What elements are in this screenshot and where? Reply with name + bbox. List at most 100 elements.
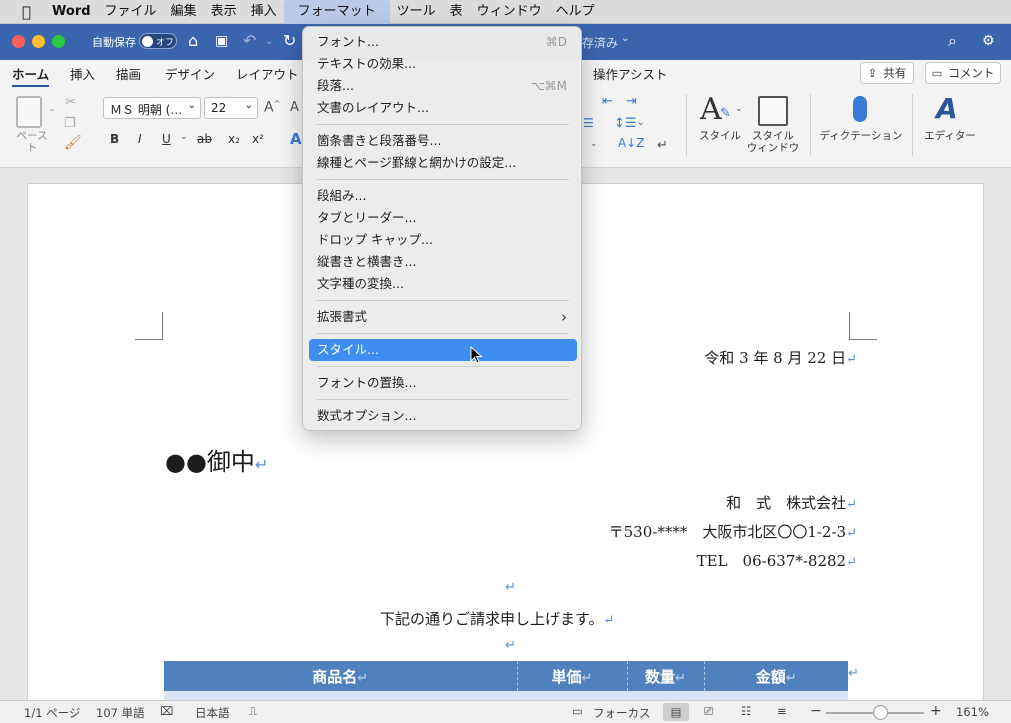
- menu-item-replace-fonts[interactable]: フォントの置換...: [309, 372, 577, 394]
- focus-icon[interactable]: ▭: [572, 704, 583, 718]
- web-layout-view-icon[interactable]: ⎚: [704, 704, 713, 719]
- undo-dropdown-icon[interactable]: ⌄: [265, 36, 273, 47]
- paste-icon[interactable]: [16, 96, 42, 128]
- menu-app-word[interactable]: Word: [45, 0, 98, 24]
- tab-layout[interactable]: レイアウト: [236, 64, 299, 83]
- zoom-window-button[interactable]: [52, 35, 65, 48]
- menu-edit[interactable]: 編集: [164, 0, 204, 24]
- menu-item-borders-shading[interactable]: 線種とページ罫線と網かけの設定...: [309, 152, 577, 174]
- save-icon[interactable]: ▣: [215, 33, 228, 49]
- strikethrough-button[interactable]: ab: [197, 132, 212, 146]
- increase-indent-icon[interactable]: ⇥: [626, 94, 637, 109]
- page-count[interactable]: 1/1 ページ: [24, 705, 80, 721]
- document-intro[interactable]: 下記の通りご請求申し上げます。↵: [380, 608, 614, 629]
- menu-help[interactable]: ヘルプ: [549, 0, 602, 24]
- tab-home[interactable]: ホーム: [12, 64, 50, 87]
- cut-icon[interactable]: ✂: [65, 95, 76, 110]
- document-addressee[interactable]: ●●御中↵: [165, 442, 268, 477]
- menu-item-style[interactable]: スタイル...: [309, 339, 577, 361]
- tab-design[interactable]: デザイン: [165, 64, 215, 83]
- menu-item-tabs-leaders[interactable]: タブとリーダー...: [309, 207, 577, 229]
- text-effects-icon[interactable]: A: [290, 130, 302, 148]
- table-header-cell[interactable]: 商品名↵: [164, 661, 518, 691]
- underline-button[interactable]: U: [162, 132, 171, 146]
- word-count[interactable]: 107 単語: [96, 705, 145, 721]
- table-header-cell[interactable]: 金額↵: [704, 661, 848, 691]
- menu-item-extended-format[interactable]: 拡張書式 ›: [309, 306, 577, 328]
- font-size-select[interactable]: 22 ⌄: [204, 97, 258, 119]
- tab-tell-me[interactable]: 操作アシスト: [593, 64, 668, 83]
- menu-file[interactable]: ファイル: [98, 0, 164, 24]
- menu-item-text-direction[interactable]: 縦書きと横書き...: [309, 251, 577, 273]
- format-painter-icon[interactable]: 🖌: [64, 135, 82, 151]
- menu-window[interactable]: ウィンドウ: [470, 0, 549, 24]
- save-status-chevron-icon[interactable]: ⌄: [621, 33, 629, 44]
- table-header-cell[interactable]: 数量↵: [627, 661, 705, 691]
- menu-view[interactable]: 表示: [204, 0, 244, 24]
- minimize-window-button[interactable]: [32, 35, 45, 48]
- editor-icon[interactable]: A: [936, 92, 958, 125]
- subscript-button[interactable]: x₂: [228, 132, 240, 146]
- menu-item-change-case[interactable]: 文字種の変換...: [309, 273, 577, 295]
- outline-view-icon[interactable]: ☷: [741, 704, 751, 718]
- menu-item-bullets-numbering[interactable]: 箇条書きと段落番号...: [309, 130, 577, 152]
- styles-pane-icon[interactable]: [758, 96, 788, 126]
- paste-dropdown-icon[interactable]: ⌄: [48, 104, 56, 114]
- menu-format[interactable]: フォーマット: [283, 0, 390, 24]
- accessibility-icon[interactable]: ⎍: [249, 704, 257, 719]
- zoom-out-button[interactable]: −: [810, 703, 822, 719]
- menu-table[interactable]: 表: [443, 0, 470, 24]
- show-formatting-icon[interactable]: ↵: [657, 138, 668, 153]
- menu-item-drop-cap[interactable]: ドロップ キャップ...: [309, 229, 577, 251]
- styles-dropdown-icon[interactable]: ⌄: [735, 104, 743, 114]
- autosave-toggle[interactable]: オフ: [139, 33, 177, 49]
- styles-icon[interactable]: A: [700, 92, 722, 127]
- draft-view-icon[interactable]: ≡: [777, 704, 787, 718]
- menu-item-columns[interactable]: 段組み...: [309, 185, 577, 207]
- font-name-select[interactable]: ＭＳ 明朝 (… ⌄: [103, 97, 201, 119]
- menu-item-equation-options[interactable]: 数式オプション...: [309, 405, 577, 427]
- menu-item-document-layout[interactable]: 文書のレイアウト...: [309, 97, 577, 119]
- menu-tools[interactable]: ツール: [390, 0, 443, 24]
- redo-icon[interactable]: ↻: [283, 31, 296, 50]
- italic-button[interactable]: I: [138, 132, 142, 146]
- account-icon[interactable]: ⚙: [982, 33, 995, 49]
- menu-item-font[interactable]: フォント... ⌘D: [309, 31, 577, 53]
- home-icon[interactable]: ⌂: [188, 31, 198, 50]
- close-window-button[interactable]: [12, 35, 25, 48]
- menu-insert[interactable]: 挿入: [244, 0, 284, 24]
- zoom-slider-thumb[interactable]: [873, 705, 888, 720]
- focus-label[interactable]: フォーカス: [593, 705, 651, 721]
- invoice-table[interactable]: 商品名↵ 単価↵ 数量↵ 金額↵: [164, 661, 848, 701]
- share-button[interactable]: ⇪ 共有: [860, 62, 914, 84]
- document-address[interactable]: 〒530-**** 大阪市北区〇〇1-2-3↵: [609, 521, 857, 542]
- document-date[interactable]: 令和 3 年 8 月 22 日↵: [704, 347, 857, 368]
- underline-dropdown-icon[interactable]: ⌄: [180, 132, 188, 142]
- language-label[interactable]: 日本語: [195, 705, 230, 721]
- search-icon[interactable]: ⌕: [948, 31, 957, 51]
- line-spacing-dropdown-icon[interactable]: ⌄: [637, 118, 645, 128]
- superscript-button[interactable]: x²: [252, 132, 264, 146]
- bold-button[interactable]: B: [110, 132, 119, 146]
- document-company[interactable]: 和 式 株式会社↵: [726, 492, 857, 513]
- table-header-cell[interactable]: 単価↵: [517, 661, 628, 691]
- decrease-indent-icon[interactable]: ⇤: [602, 94, 613, 109]
- zoom-level[interactable]: 161%: [956, 705, 989, 719]
- proofing-icon[interactable]: ⌧: [160, 704, 173, 718]
- menu-item-text-effects[interactable]: テキストの効果...: [309, 53, 577, 75]
- shrink-font-icon[interactable]: A: [290, 100, 299, 115]
- line-spacing-icon[interactable]: ↕☰: [614, 116, 637, 131]
- print-layout-view-button[interactable]: ▤: [663, 703, 689, 721]
- tab-draw[interactable]: 描画: [116, 64, 141, 83]
- align-justify-icon[interactable]: ☰: [583, 116, 594, 130]
- microphone-icon[interactable]: [853, 96, 867, 122]
- undo-icon[interactable]: ↶: [243, 31, 256, 50]
- menu-item-paragraph[interactable]: 段落... ⌥⌘M: [309, 75, 577, 97]
- comment-button[interactable]: ▭ コメント: [925, 62, 1001, 84]
- zoom-in-button[interactable]: +: [930, 703, 942, 719]
- sort-icon[interactable]: A↓Z: [618, 136, 644, 150]
- document-tel[interactable]: TEL 06-637*-8282↵: [697, 550, 857, 571]
- shading-dropdown-icon[interactable]: ⌄: [590, 139, 598, 149]
- tab-insert[interactable]: 挿入: [70, 64, 95, 83]
- copy-icon[interactable]: ❐: [64, 116, 76, 131]
